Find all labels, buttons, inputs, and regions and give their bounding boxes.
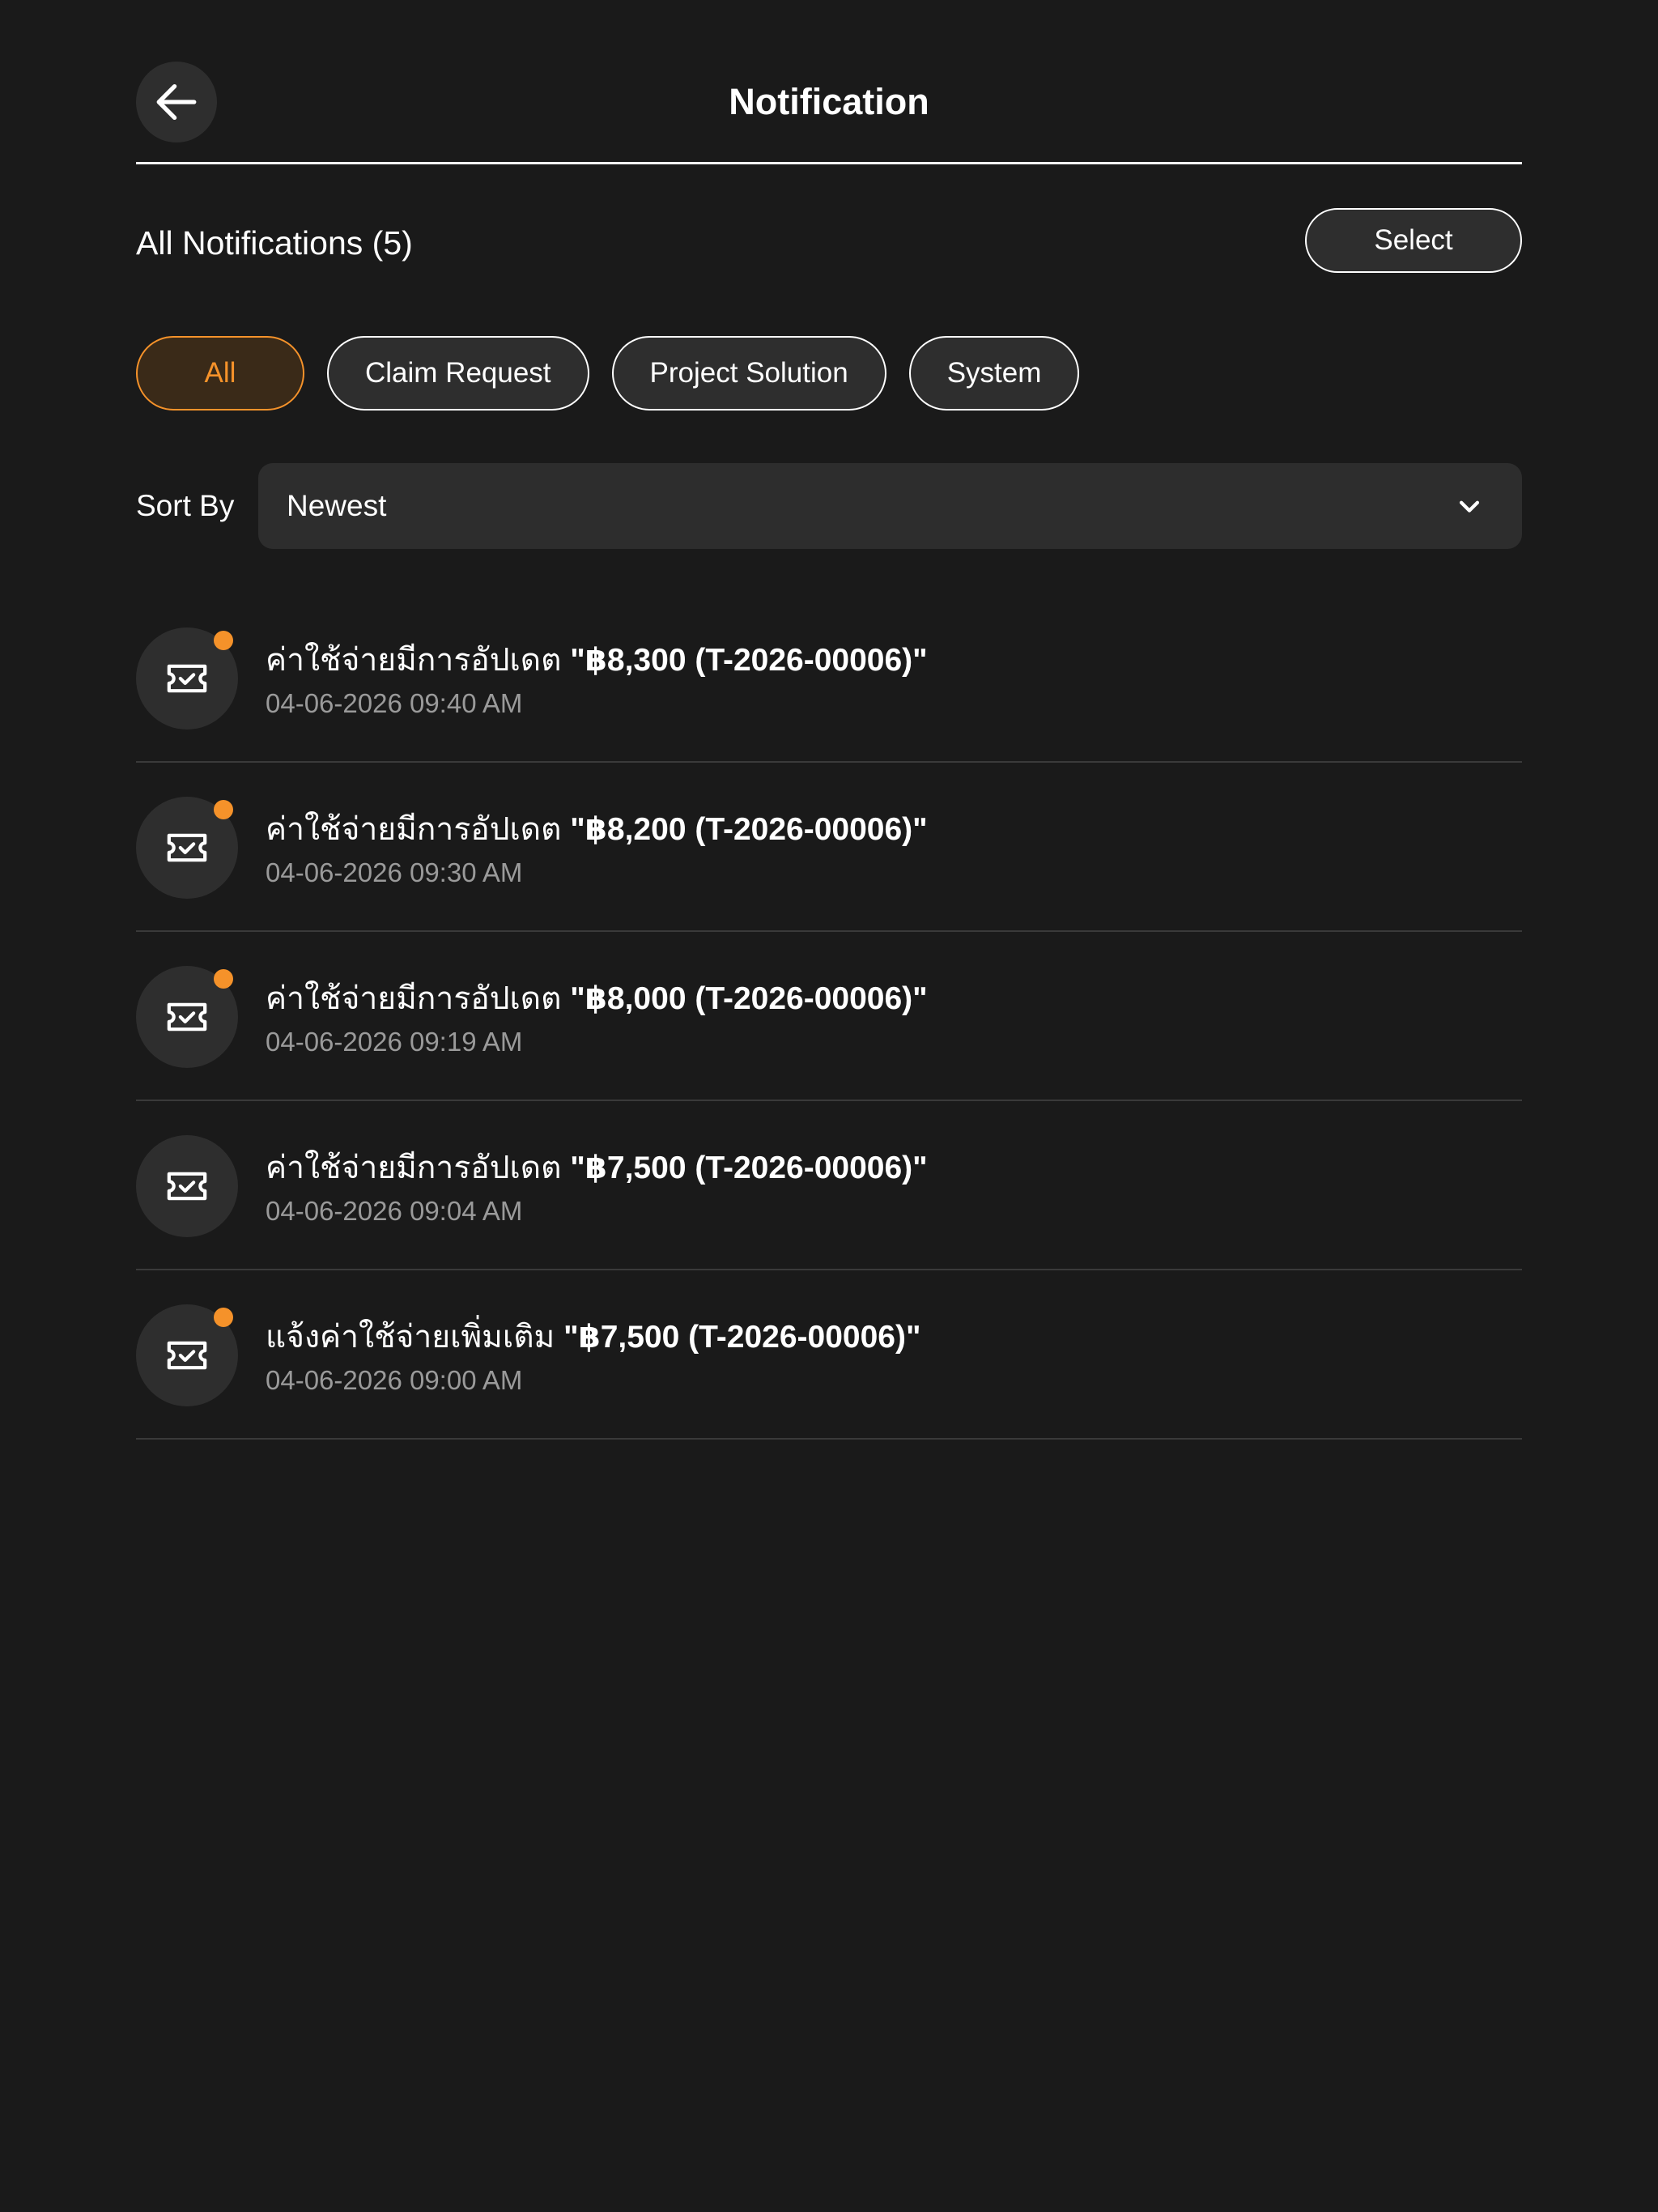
ticket-check-icon: [167, 833, 207, 862]
filter-chip-all[interactable]: All: [136, 336, 304, 410]
sort-value: Newest: [287, 489, 387, 522]
unread-dot: [214, 1308, 233, 1327]
unread-dot: [214, 631, 233, 650]
notification-time: 04-06-2026 09:30 AM: [266, 857, 523, 887]
unread-dot: [214, 969, 233, 989]
notification-icon-circle: [136, 1135, 238, 1237]
notification-title-prefix: แจ้งค่าใช้จ่ายเพิ่มเติม: [266, 1320, 564, 1355]
notification-item[interactable]: ค่าใช้จ่ายมีการอัปเดต "฿8,000 (T-2026-00…: [136, 932, 1522, 1101]
notification-title-amount: "฿7,500 (T-2026-00006)": [563, 1320, 921, 1355]
notification-title-amount: "฿8,000 (T-2026-00006)": [570, 981, 928, 1016]
notification-title-amount: "฿7,500 (T-2026-00006)": [570, 1151, 928, 1185]
page-title: Notification: [729, 81, 929, 122]
notification-item[interactable]: ค่าใช้จ่ายมีการอัปเดต "฿7,500 (T-2026-00…: [136, 1101, 1522, 1270]
sort-row: Sort By Newest: [136, 463, 1522, 549]
notification-title-amount: "฿8,200 (T-2026-00006)": [570, 812, 928, 847]
select-button[interactable]: Select: [1305, 208, 1522, 273]
notification-title: ค่าใช้จ่ายมีการอัปเดต "฿7,500 (T-2026-00…: [266, 1148, 928, 1189]
notification-time: 04-06-2026 09:19 AM: [266, 1027, 523, 1057]
ticket-check-icon: [167, 664, 207, 693]
unread-dot: [214, 800, 233, 819]
notification-title-prefix: ค่าใช้จ่ายมีการอัปเดต: [266, 812, 571, 847]
notification-title: ค่าใช้จ่ายมีการอัปเดต "฿8,200 (T-2026-00…: [266, 810, 928, 850]
notification-time: 04-06-2026 09:40 AM: [266, 688, 523, 718]
notification-title-prefix: ค่าใช้จ่ายมีการอัปเดต: [266, 981, 571, 1016]
notification-title: แจ้งค่าใช้จ่ายเพิ่มเติม "฿7,500 (T-2026-…: [266, 1317, 920, 1358]
notification-title: ค่าใช้จ่ายมีการอัปเดต "฿8,000 (T-2026-00…: [266, 979, 928, 1019]
sort-dropdown[interactable]: Newest: [258, 463, 1522, 549]
notification-screen: Notification All Notifications (5) Selec…: [136, 0, 1522, 1440]
filter-chips: All Claim Request Project Solution Syste…: [136, 336, 1080, 410]
header: Notification: [136, 0, 1522, 164]
notification-title-prefix: ค่าใช้จ่ายมีการอัปเดต: [266, 1151, 571, 1185]
filter-chip-claim-request[interactable]: Claim Request: [327, 336, 589, 410]
notification-time: 04-06-2026 09:00 AM: [266, 1365, 523, 1395]
notification-item[interactable]: ค่าใช้จ่ายมีการอัปเดต "฿8,300 (T-2026-00…: [136, 593, 1522, 763]
notification-title-amount: "฿8,300 (T-2026-00006)": [570, 643, 928, 678]
filter-chip-system[interactable]: System: [908, 336, 1080, 410]
all-notifications-count: All Notifications (5): [136, 224, 413, 262]
ticket-check-icon: [167, 1341, 207, 1370]
ticket-check-icon: [167, 1002, 207, 1032]
ticket-check-icon: [167, 1172, 207, 1201]
notification-title: ค่าใช้จ่ายมีการอัปเดต "฿8,300 (T-2026-00…: [266, 640, 928, 681]
notification-list: ค่าใช้จ่ายมีการอัปเดต "฿8,300 (T-2026-00…: [136, 593, 1522, 1440]
sort-label: Sort By: [136, 489, 235, 522]
notification-title-prefix: ค่าใช้จ่ายมีการอัปเดต: [266, 643, 571, 678]
notification-time: 04-06-2026 09:04 AM: [266, 1196, 523, 1226]
chevron-down-icon: [1459, 500, 1480, 513]
notification-item[interactable]: ค่าใช้จ่ายมีการอัปเดต "฿8,200 (T-2026-00…: [136, 763, 1522, 932]
filter-chip-project-solution[interactable]: Project Solution: [611, 336, 886, 410]
notification-item[interactable]: แจ้งค่าใช้จ่ายเพิ่มเติม "฿7,500 (T-2026-…: [136, 1270, 1522, 1440]
